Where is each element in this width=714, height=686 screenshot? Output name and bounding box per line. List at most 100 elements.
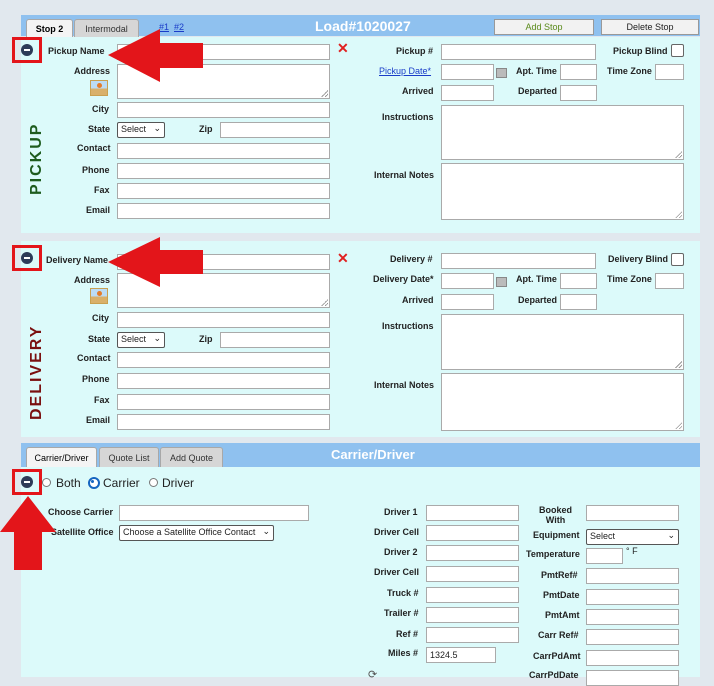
delete-stop-button[interactable]: Delete Stop [601, 19, 699, 35]
equipment-value: Select [590, 531, 616, 541]
collapse-carrier-icon[interactable] [21, 476, 33, 488]
pickup-state-value: Select [121, 124, 147, 134]
radio-driver[interactable] [149, 478, 158, 487]
equipment-select[interactable]: Select ⌄ [586, 529, 679, 545]
pmt-ref-label: PmtRef# [541, 570, 578, 580]
delivery-fax-input[interactable] [117, 394, 330, 410]
collapse-delivery-icon[interactable] [21, 252, 33, 264]
pickup-time-zone-input[interactable] [655, 64, 684, 80]
pickup-name-label: Pickup Name [48, 46, 105, 56]
collapse-pickup-highlight [12, 37, 42, 63]
delivery-zip-input[interactable] [220, 332, 330, 348]
carr-pd-amt-input[interactable] [586, 650, 679, 666]
map-icon[interactable] [90, 288, 108, 304]
pmt-amt-input[interactable] [586, 609, 679, 625]
pickup-zip-input[interactable] [220, 122, 330, 138]
pickup-contact-label: Contact [77, 143, 111, 153]
ref-input[interactable] [426, 627, 519, 643]
delivery-side-label: DELIVERY [28, 324, 45, 420]
delivery-departed-label: Departed [518, 295, 558, 305]
pickup-number-input[interactable] [441, 44, 596, 60]
driver2-input[interactable] [426, 545, 519, 561]
pmt-ref-input[interactable] [586, 568, 679, 584]
pickup-state-select[interactable]: Select ⌄ [117, 122, 165, 138]
delivery-instructions-label: Instructions [382, 321, 434, 331]
pickup-contact-input[interactable] [117, 143, 330, 159]
tab-add-quote[interactable]: Add Quote [160, 447, 223, 468]
tab-carrier-driver[interactable]: Carrier/Driver [26, 447, 97, 468]
delivery-phone-input[interactable] [117, 373, 330, 389]
collapse-pickup-icon[interactable] [21, 44, 33, 56]
delivery-apt-time-input[interactable] [560, 273, 597, 289]
carr-pd-date-input[interactable] [586, 670, 679, 686]
pickup-side-label: PICKUP [28, 122, 45, 195]
pickup-city-input[interactable] [117, 102, 330, 118]
delivery-number-input[interactable] [441, 253, 596, 269]
delivery-phone-label: Phone [82, 374, 110, 384]
map-icon[interactable] [90, 80, 108, 96]
pickup-internal-notes-input[interactable] [441, 163, 684, 220]
driver-cell2-input[interactable] [426, 566, 519, 582]
pickup-email-label: Email [86, 205, 111, 215]
miles-input[interactable]: 1324.5 [426, 647, 496, 663]
pickup-date-input[interactable] [441, 64, 494, 80]
pickup-phone-label: Phone [82, 165, 110, 175]
pickup-date-link[interactable]: Pickup Date* [379, 66, 431, 76]
truck-input[interactable] [426, 587, 519, 603]
driver2-label: Driver 2 [384, 547, 418, 557]
delivery-city-input[interactable] [117, 312, 330, 328]
carr-pd-amt-label: CarrPdAmt [533, 651, 581, 661]
satellite-office-select[interactable]: Choose a Satellite Office Contact ⌄ [119, 525, 274, 541]
refresh-icon[interactable]: ⟳ [368, 668, 377, 681]
pickup-fax-input[interactable] [117, 183, 330, 199]
add-stop-button[interactable]: Add Stop [494, 19, 594, 35]
pickup-instructions-input[interactable] [441, 105, 684, 160]
clear-delivery-icon[interactable]: ✕ [337, 250, 349, 267]
pmt-date-input[interactable] [586, 589, 679, 605]
load-title: Load#1020027 [315, 18, 411, 34]
carr-ref-input[interactable] [586, 629, 679, 645]
delivery-time-zone-input[interactable] [655, 273, 684, 289]
tab-quote-list[interactable]: Quote List [99, 447, 159, 468]
pickup-phone-input[interactable] [117, 163, 330, 179]
radio-both[interactable] [42, 478, 51, 487]
temperature-input[interactable] [586, 548, 623, 564]
collapse-delivery-highlight [12, 245, 42, 271]
delivery-date-input[interactable] [441, 273, 494, 289]
delivery-blind-checkbox[interactable] [671, 253, 684, 266]
delivery-state-select[interactable]: Select ⌄ [117, 332, 165, 348]
delivery-internal-notes-input[interactable] [441, 373, 684, 431]
driver-cell1-label: Driver Cell [374, 527, 420, 537]
carrier-section-title: Carrier/Driver [331, 447, 415, 462]
pickup-email-input[interactable] [117, 203, 330, 219]
chevron-down-icon: ⌄ [153, 123, 161, 133]
radio-both-label: Both [56, 476, 81, 490]
pickup-arrived-input[interactable] [441, 85, 494, 101]
delivery-arrived-label: Arrived [402, 295, 434, 305]
choose-carrier-input[interactable] [119, 505, 309, 521]
pickup-departed-input[interactable] [560, 85, 597, 101]
delivery-instructions-input[interactable] [441, 314, 684, 370]
truck-label: Truck # [387, 588, 419, 598]
delivery-contact-input[interactable] [117, 352, 330, 368]
delivery-number-label: Delivery # [390, 254, 433, 264]
radio-carrier[interactable] [88, 477, 100, 489]
calendar-icon[interactable] [496, 68, 507, 78]
delivery-address-label: Address [74, 275, 111, 285]
booked-with-input[interactable] [586, 505, 679, 521]
trailer-input[interactable] [426, 607, 519, 623]
pmt-date-label: PmtDate [543, 590, 580, 600]
pickup-blind-checkbox[interactable] [671, 44, 684, 57]
delivery-email-input[interactable] [117, 414, 330, 430]
delivery-arrived-input[interactable] [441, 294, 494, 310]
pickup-apt-time-input[interactable] [560, 64, 597, 80]
driver-cell1-input[interactable] [426, 525, 519, 541]
carr-ref-label: Carr Ref# [538, 630, 579, 640]
delivery-zip-label: Zip [199, 334, 213, 344]
tab-stop-2[interactable]: Stop 2 [26, 19, 73, 38]
delivery-departed-input[interactable] [560, 294, 597, 310]
driver1-input[interactable] [426, 505, 519, 521]
trailer-label: Trailer # [384, 608, 419, 618]
calendar-icon[interactable] [496, 277, 507, 287]
clear-pickup-icon[interactable]: ✕ [337, 40, 349, 57]
